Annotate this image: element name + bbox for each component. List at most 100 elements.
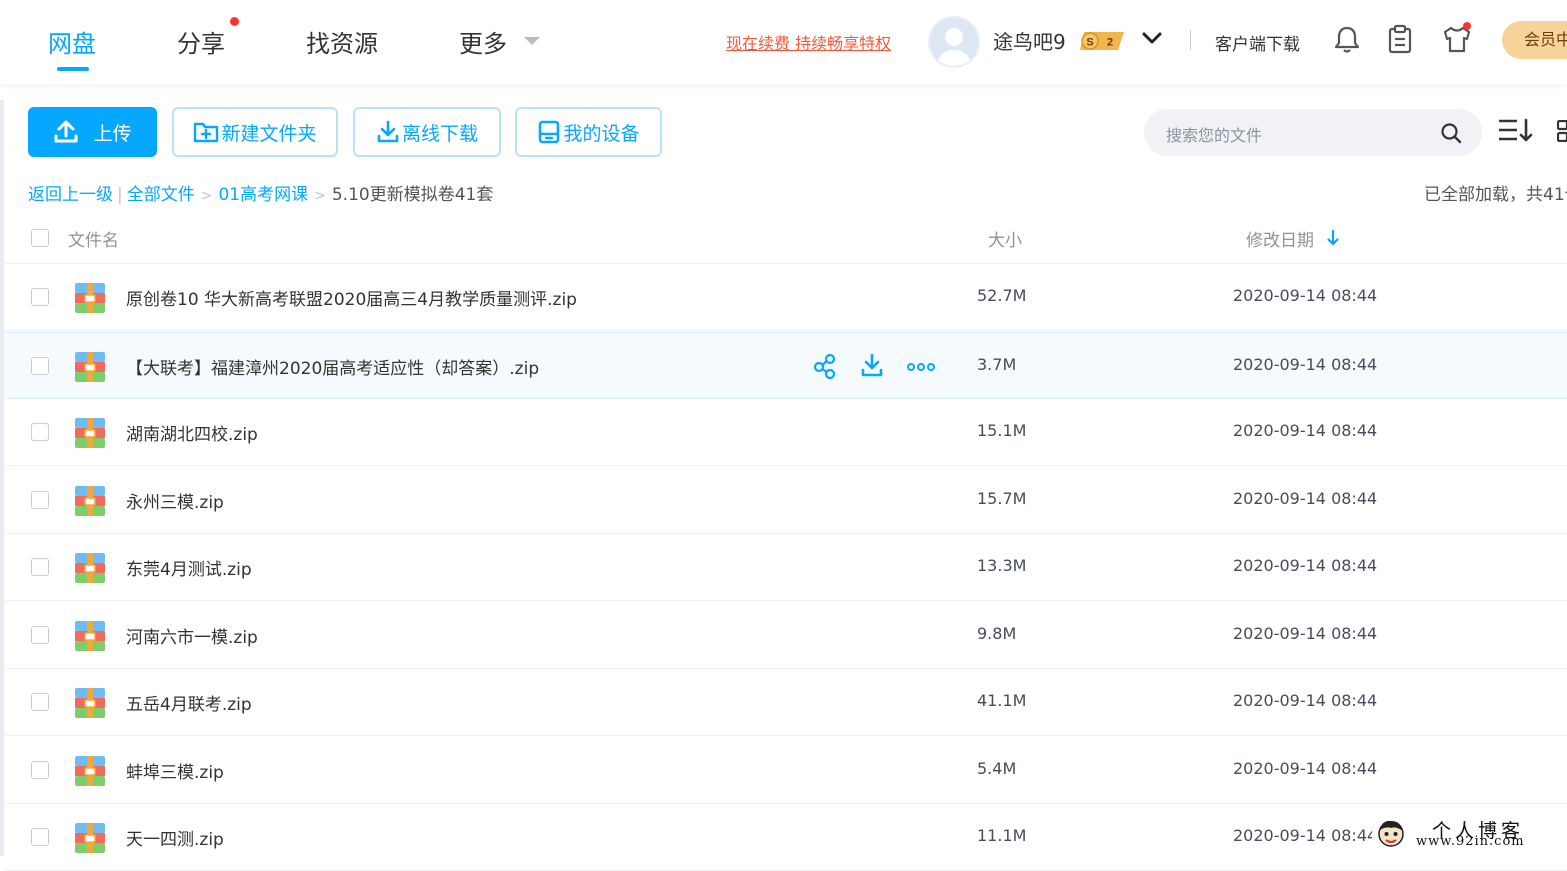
file-size: 9.8M	[977, 624, 1017, 643]
column-header-name[interactable]: 文件名	[68, 226, 119, 251]
download-icon[interactable]	[860, 353, 884, 379]
breadcrumb-folder[interactable]: 01高考网课	[218, 185, 308, 205]
active-tab-indicator	[57, 67, 89, 71]
breadcrumb-all-files[interactable]: 全部文件	[127, 185, 195, 205]
zip-file-icon	[75, 486, 105, 516]
table-row[interactable]: 蚌埠三模.zip 5.4M 2020-09-14 08:44	[5, 737, 1567, 804]
file-size: 52.7M	[977, 286, 1027, 305]
svip-badge-icon: S 2	[1080, 32, 1124, 50]
row-checkbox[interactable]	[31, 761, 49, 779]
column-header-size[interactable]: 大小	[988, 226, 1022, 251]
bell-icon[interactable]	[1333, 24, 1361, 54]
share-notification-dot	[230, 17, 239, 26]
file-modified-date: 2020-09-14 08:44	[1233, 421, 1378, 440]
more-options-icon[interactable]	[907, 362, 935, 372]
file-name[interactable]: 河南六市一模.zip	[126, 623, 258, 648]
table-row[interactable]: 五岳4月联考.zip 41.1M 2020-09-14 08:44	[5, 669, 1567, 736]
upload-icon	[54, 120, 78, 143]
file-modified-date: 2020-09-14 08:44	[1233, 355, 1378, 374]
search-input[interactable]: 搜索您的文件	[1144, 109, 1482, 156]
file-size: 3.7M	[977, 355, 1017, 374]
sort-desc-arrow-icon[interactable]	[1327, 230, 1339, 246]
row-checkbox[interactable]	[31, 558, 49, 576]
file-size: 41.1M	[977, 691, 1027, 710]
my-devices-button[interactable]: 我的设备	[515, 107, 662, 157]
zip-file-icon	[75, 823, 105, 853]
upload-button[interactable]: 上传	[28, 107, 157, 157]
clipboard-icon[interactable]	[1386, 24, 1414, 54]
file-modified-date: 2020-09-14 08:44	[1233, 556, 1378, 575]
top-navigation-bar: 网盘 分享 找资源 更多 现在续费 持续畅享特权 途鸟吧9 S 2 客户端下载 …	[0, 0, 1567, 84]
client-download-link[interactable]: 客户端下载	[1215, 30, 1300, 55]
zip-file-icon	[75, 352, 105, 382]
tab-share[interactable]: 分享	[177, 24, 225, 59]
row-checkbox[interactable]	[31, 693, 49, 711]
file-modified-date: 2020-09-14 08:44	[1233, 624, 1378, 643]
file-size: 13.3M	[977, 556, 1027, 575]
search-placeholder: 搜索您的文件	[1166, 126, 1263, 145]
renew-promo-link[interactable]: 现在续费 持续畅享特权	[726, 30, 891, 54]
sort-icon[interactable]	[1497, 117, 1535, 145]
breadcrumb-back-link[interactable]: 返回上一级	[28, 185, 113, 205]
table-row[interactable]: 河南六市一模.zip 9.8M 2020-09-14 08:44	[5, 602, 1567, 669]
column-header-date[interactable]: 修改日期	[1246, 226, 1314, 251]
table-row[interactable]: 永州三模.zip 15.7M 2020-09-14 08:44	[5, 467, 1567, 534]
vip-level: 2	[1107, 37, 1113, 49]
row-checkbox[interactable]	[31, 423, 49, 441]
download-icon	[377, 120, 399, 143]
file-name[interactable]: 蚌埠三模.zip	[126, 758, 224, 783]
member-center-button[interactable]: 会员中心	[1502, 21, 1567, 59]
row-checkbox[interactable]	[31, 828, 49, 846]
file-name[interactable]: 五岳4月联考.zip	[126, 690, 252, 715]
grid-view-icon[interactable]	[1557, 120, 1567, 142]
zip-file-icon	[75, 756, 105, 786]
file-name[interactable]: 原创卷10 华大新高考联盟2020届高三4月教学质量测评.zip	[126, 285, 577, 310]
file-size: 15.1M	[977, 421, 1027, 440]
zip-file-icon	[75, 283, 105, 313]
row-checkbox[interactable]	[31, 491, 49, 509]
file-modified-date: 2020-09-14 08:44	[1233, 286, 1378, 305]
search-icon[interactable]	[1440, 122, 1462, 144]
new-folder-icon	[194, 122, 219, 143]
tab-find-resources[interactable]: 找资源	[306, 24, 378, 59]
file-modified-date: 2020-09-14 08:44	[1233, 826, 1378, 845]
file-name[interactable]: 湖南湖北四校.zip	[126, 420, 258, 445]
file-modified-date: 2020-09-14 08:44	[1233, 759, 1378, 778]
tab-netdisk[interactable]: 网盘	[48, 24, 96, 59]
breadcrumb: 返回上一级 | 全部文件 >01高考网课 >5.10更新模拟卷41套	[28, 180, 493, 205]
blog-watermark: 个人博客 www.92in.com	[1372, 812, 1567, 856]
offline-download-button[interactable]: 离线下载	[353, 107, 501, 157]
avatar[interactable]	[928, 16, 980, 68]
file-name[interactable]: 【大联考】福建漳州2020届高考适应性（却答案）.zip	[126, 354, 539, 379]
divider	[1190, 30, 1191, 50]
breadcrumb-divider: |	[117, 185, 123, 205]
file-size: 11.1M	[977, 826, 1027, 845]
username[interactable]: 途鸟吧9	[993, 26, 1066, 55]
file-modified-date: 2020-09-14 08:44	[1233, 691, 1378, 710]
table-row[interactable]: 天一四测.zip 11.1M 2020-09-14 08:44	[5, 804, 1567, 871]
row-checkbox[interactable]	[31, 626, 49, 644]
table-row[interactable]: 东莞4月测试.zip 13.3M 2020-09-14 08:44	[5, 534, 1567, 601]
file-size: 5.4M	[977, 759, 1017, 778]
new-folder-button[interactable]: 新建文件夹	[172, 107, 338, 157]
tab-more[interactable]: 更多	[459, 24, 507, 59]
share-icon[interactable]	[813, 353, 837, 379]
loaded-count-text: 已全部加载，共41个	[1424, 185, 1567, 205]
table-row[interactable]: 【大联考】福建漳州2020届高考适应性（却答案）.zip 3.7M 2020-09-…	[5, 332, 1567, 399]
row-checkbox[interactable]	[31, 288, 49, 306]
select-all-checkbox[interactable]	[31, 229, 49, 247]
user-menu-chevron-icon[interactable]	[1142, 32, 1162, 46]
breadcrumb-separator: >	[200, 188, 213, 204]
svg-text:S: S	[1086, 37, 1093, 49]
row-checkbox[interactable]	[31, 357, 49, 375]
file-name[interactable]: 天一四测.zip	[126, 825, 224, 850]
table-row[interactable]: 湖南湖北四校.zip 15.1M 2020-09-14 08:44	[5, 399, 1567, 466]
zip-file-icon	[75, 621, 105, 651]
file-name[interactable]: 永州三模.zip	[126, 488, 224, 513]
file-name[interactable]: 东莞4月测试.zip	[126, 555, 252, 580]
chevron-down-icon[interactable]	[524, 37, 540, 45]
my-devices-label: 我的设备	[563, 122, 640, 145]
table-row[interactable]: 原创卷10 华大新高考联盟2020届高三4月教学质量测评.zip 52.7M 202…	[5, 264, 1567, 331]
file-size: 15.7M	[977, 489, 1027, 508]
skin-notification-dot	[1463, 22, 1471, 30]
